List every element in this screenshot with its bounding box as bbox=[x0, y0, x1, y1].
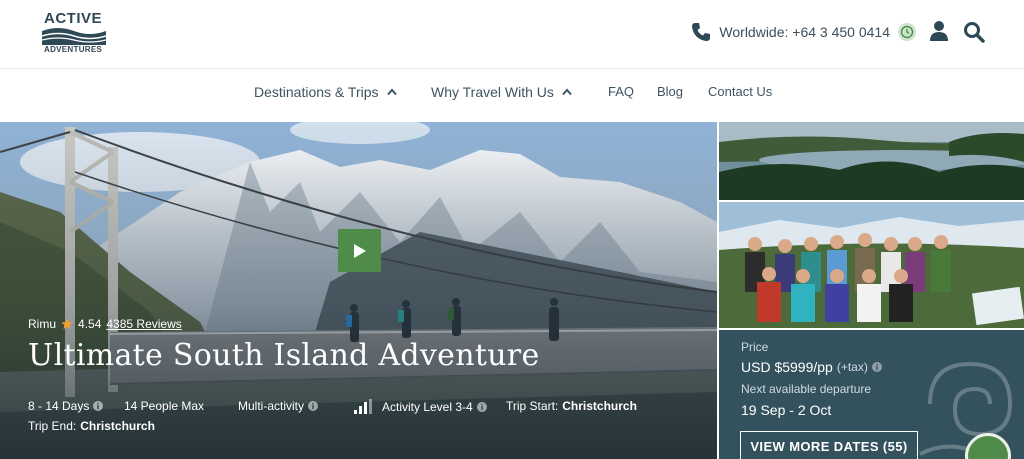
trip-start-label: Trip Start: bbox=[506, 399, 559, 413]
fact-style-text: Multi-activity bbox=[238, 399, 305, 413]
fact-trip-end: Trip End: Christchurch bbox=[28, 419, 155, 433]
price-label: Price bbox=[741, 340, 769, 354]
activity-level-bars-icon bbox=[354, 399, 372, 414]
nav-item-label: Destinations & Trips bbox=[254, 84, 379, 100]
hero-banner: Rimu 4.54 4385 Reviews Ultimate South Is… bbox=[0, 122, 717, 459]
info-icon[interactable] bbox=[308, 401, 319, 411]
info-icon[interactable] bbox=[871, 362, 882, 372]
info-icon[interactable] bbox=[476, 401, 487, 412]
trip-start-value: Christchurch bbox=[562, 399, 637, 413]
trip-rating: Rimu 4.54 4385 Reviews bbox=[28, 317, 182, 331]
departure-label: Next available departure bbox=[741, 382, 872, 396]
nav-item-why-travel[interactable]: Why Travel With Us bbox=[431, 84, 572, 100]
koru-pattern-icon bbox=[919, 361, 1013, 456]
guide-name: Rimu bbox=[28, 317, 57, 331]
reviews-link[interactable]: 4385 Reviews bbox=[106, 317, 181, 331]
nav-item-blog[interactable]: Blog bbox=[657, 84, 683, 99]
fact-activity-level-text: Activity Level 3-4 bbox=[382, 399, 473, 414]
fact-group-size: 14 People Max bbox=[124, 399, 204, 413]
active-adventures-logo[interactable]: ACTIVE ADVENTURES bbox=[42, 10, 108, 56]
phone-icon bbox=[691, 22, 711, 42]
play-icon bbox=[353, 243, 366, 258]
chevron-up-icon bbox=[562, 88, 572, 96]
fact-trip-start: Trip Start: Christchurch bbox=[506, 399, 637, 413]
fact-duration-text: 8 - 14 Days bbox=[28, 399, 90, 413]
fact-style: Multi-activity bbox=[238, 399, 319, 413]
price-tax: (+tax) bbox=[836, 360, 868, 374]
nav-item-label: Blog bbox=[657, 84, 684, 99]
phone-number[interactable]: Worldwide: +64 3 450 0414 bbox=[719, 24, 890, 40]
trip-end-label: Trip End: bbox=[28, 419, 77, 433]
logo-text-top: ACTIVE bbox=[44, 10, 103, 27]
nav-item-label: Contact Us bbox=[708, 84, 773, 99]
nav-item-contact[interactable]: Contact Us bbox=[708, 84, 772, 99]
trip-title: Ultimate South Island Adventure bbox=[28, 338, 540, 373]
nav-item-faq[interactable]: FAQ bbox=[608, 84, 634, 99]
departure-value: 19 Sep - 2 Oct bbox=[741, 402, 832, 418]
view-more-dates-button[interactable]: VIEW MORE DATES (55) bbox=[740, 431, 918, 459]
phone-contact[interactable]: Worldwide: +64 3 450 0414 bbox=[691, 20, 916, 44]
nav-item-label: FAQ bbox=[608, 84, 635, 99]
info-icon[interactable] bbox=[93, 401, 104, 411]
trip-side-panel: Price USD $5999/pp (+tax) Next available… bbox=[719, 122, 1024, 459]
fact-duration: 8 - 14 Days bbox=[28, 399, 104, 413]
nav-item-destinations[interactable]: Destinations & Trips bbox=[254, 84, 397, 100]
fact-group-size-text: 14 People Max bbox=[124, 399, 205, 413]
user-icon[interactable] bbox=[929, 20, 949, 42]
group-photo[interactable] bbox=[719, 202, 1024, 328]
clock-icon[interactable] bbox=[898, 23, 916, 41]
search-icon[interactable] bbox=[963, 21, 985, 43]
logo-wave-icon bbox=[42, 28, 106, 45]
main-nav: Destinations & Trips Why Travel With Us … bbox=[0, 70, 1024, 122]
trip-end-value: Christchurch bbox=[80, 419, 155, 433]
lake-photo[interactable] bbox=[719, 122, 1024, 200]
rating-value: 4.54 bbox=[78, 317, 102, 331]
star-icon bbox=[61, 318, 73, 330]
chevron-up-icon bbox=[386, 88, 397, 96]
logo-text-bottom: ADVENTURES bbox=[44, 45, 103, 54]
price-amount: USD $5999/pp bbox=[741, 359, 833, 375]
nav-item-label: Why Travel With Us bbox=[431, 84, 554, 100]
price-value: USD $5999/pp (+tax) bbox=[741, 359, 882, 375]
site-header: ACTIVE ADVENTURES Worldwide: +64 3 450 0… bbox=[0, 0, 1024, 69]
fact-activity-level: Activity Level 3-4 bbox=[354, 399, 487, 414]
play-video-button[interactable] bbox=[338, 229, 381, 272]
